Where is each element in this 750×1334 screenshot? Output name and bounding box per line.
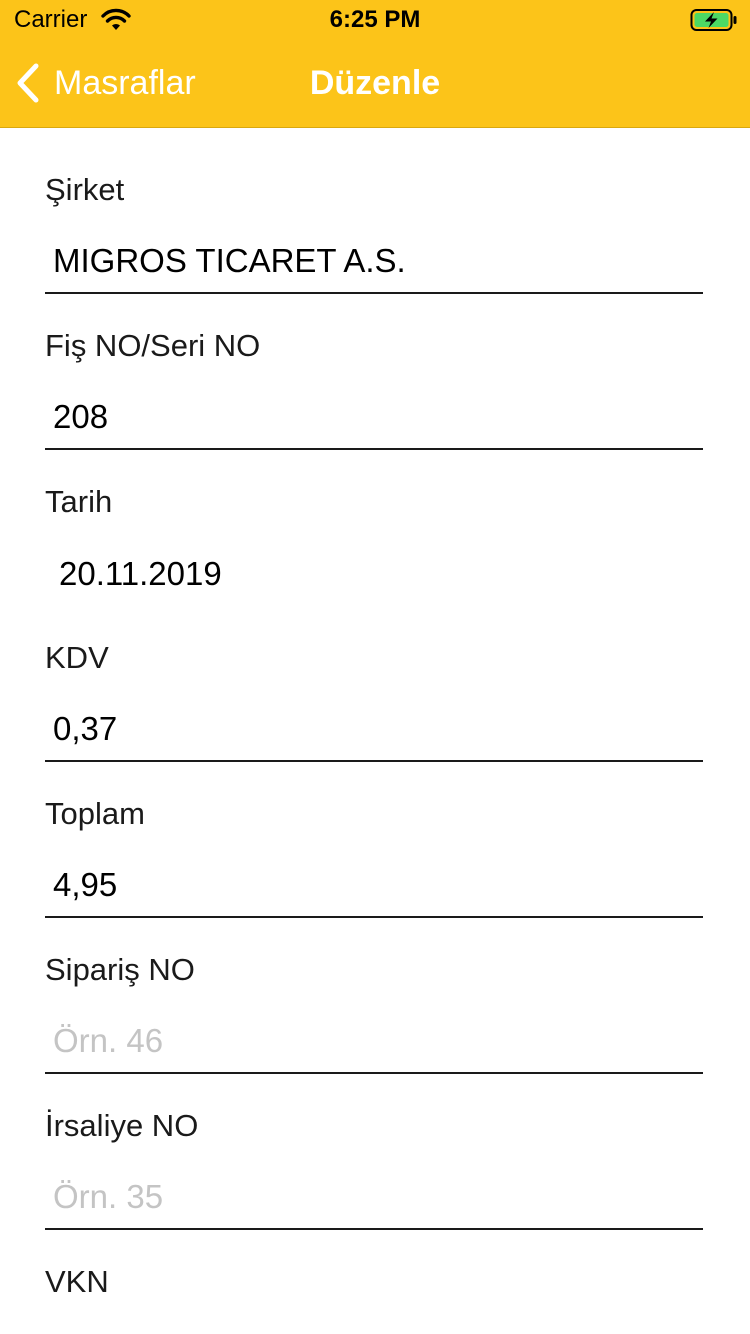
battery-charging-icon — [690, 9, 737, 31]
field-label-waybill-number: İrsaliye NO — [45, 1108, 199, 1143]
field-label-date: Tarih — [45, 484, 113, 519]
chevron-left-icon — [17, 63, 39, 103]
field-order-number: Sipariş NO — [0, 908, 750, 1074]
field-label-order-number: Sipariş NO — [45, 952, 195, 987]
status-bar: Carrier 6:25 PM — [0, 0, 750, 40]
navigation-header: Carrier 6:25 PM Masraflar Düzenle — [0, 0, 750, 128]
field-tax-id: VKN — [0, 1220, 750, 1334]
field-label-receipt-number: Fiş NO/Seri NO — [45, 328, 261, 363]
back-button-label: Masraflar — [54, 64, 196, 102]
field-date: Tarih — [0, 440, 750, 606]
field-label-total: Toplam — [45, 796, 145, 831]
field-waybill-number: İrsaliye NO — [0, 1064, 750, 1230]
edit-form: Şirket Fiş NO/Seri NO Tarih KDV Toplam S… — [0, 128, 750, 1334]
status-time: 6:25 PM — [329, 6, 421, 33]
tax-id-input[interactable] — [45, 1322, 703, 1334]
field-total: Toplam — [0, 752, 750, 918]
field-label-company: Şirket — [45, 172, 125, 207]
screen: Carrier 6:25 PM Masraflar Düzenle Şirket… — [0, 0, 750, 1334]
field-label-vat: KDV — [45, 640, 109, 675]
field-vat: KDV — [0, 596, 750, 762]
field-company: Şirket — [0, 128, 750, 294]
field-label-tax-id: VKN — [45, 1264, 109, 1299]
back-button[interactable]: Masraflar — [14, 58, 196, 108]
field-receipt-number: Fiş NO/Seri NO — [0, 284, 750, 450]
